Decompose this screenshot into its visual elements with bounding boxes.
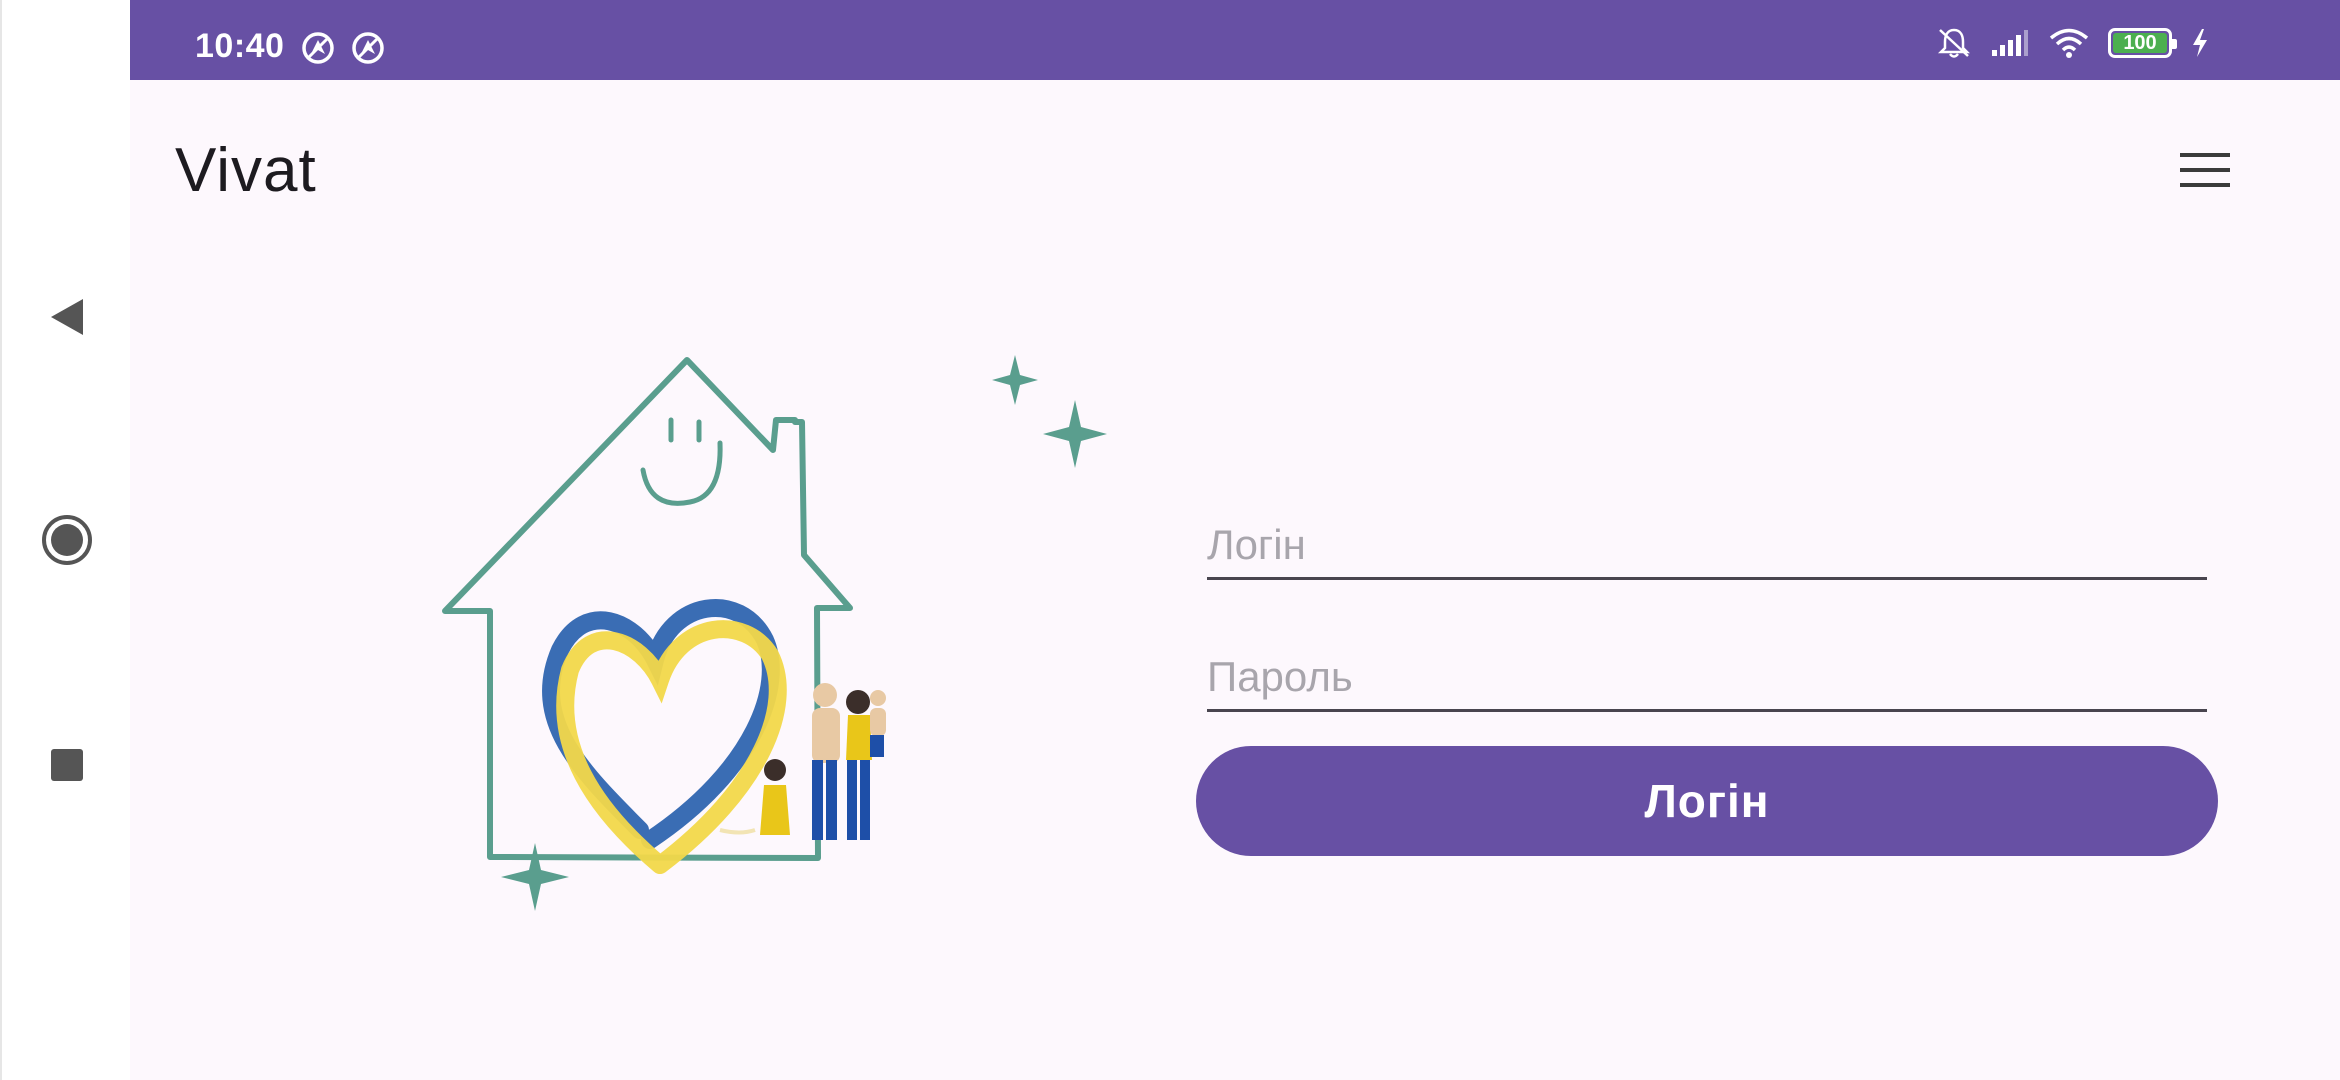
back-triangle-icon [51, 299, 83, 335]
app-title: Vivat [175, 136, 317, 205]
login-button-label: Логін [1644, 775, 1770, 827]
hamburger-menu-icon [2180, 153, 2230, 187]
status-bar: 10:40 100 [130, 0, 2340, 80]
home-circle-icon [42, 515, 92, 565]
status-time: 10:40 [195, 27, 285, 65]
house-outline [442, 357, 853, 861]
silent-icon [1937, 28, 1971, 58]
sparkle-icon [992, 355, 1038, 405]
smile-face-icon [640, 417, 723, 506]
wifi-icon [2049, 28, 2089, 58]
nav-back-button[interactable] [32, 282, 102, 352]
recents-square-icon [51, 749, 83, 781]
signal-icon [1992, 30, 2028, 56]
sparkle-icon [1043, 400, 1107, 468]
system-navigation-bar [0, 0, 130, 1080]
ukraine-heart-icon [542, 599, 787, 874]
app-screen: 10:40 100 Vivat Логін Логін [130, 0, 2340, 1080]
battery-level-text: 100 [2123, 31, 2157, 54]
location-off-icon [352, 32, 384, 64]
menu-button[interactable] [2175, 140, 2235, 200]
password-input[interactable] [1207, 653, 2207, 701]
charging-icon [2193, 29, 2207, 57]
status-system-icons: 100 [1936, 26, 2210, 60]
sparkle-icon [501, 843, 569, 911]
login-button[interactable]: Логін [1196, 746, 2218, 856]
status-notification-icons [300, 30, 386, 66]
password-field[interactable] [1207, 632, 2207, 712]
location-off-icon [302, 32, 334, 64]
nav-home-button[interactable] [32, 505, 102, 575]
login-input[interactable] [1207, 521, 2207, 569]
nav-recents-button[interactable] [32, 730, 102, 800]
house-heart-family-illustration [442, 355, 1107, 911]
battery-icon: 100 [2108, 28, 2177, 58]
login-field[interactable] [1207, 500, 2207, 580]
